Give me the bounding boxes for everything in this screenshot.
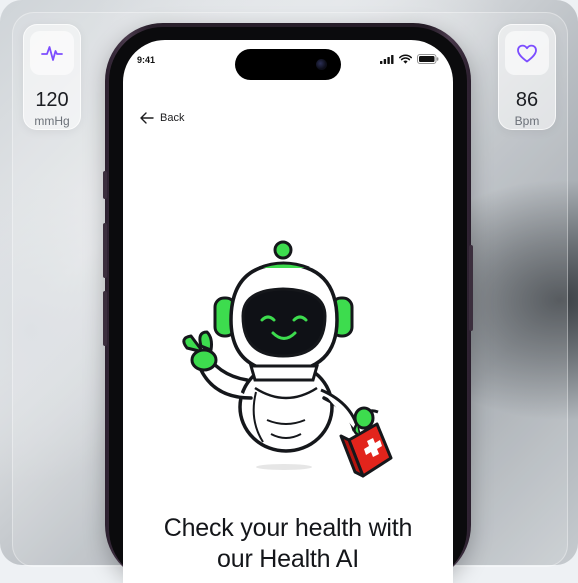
blood-pressure-unit: mmHg — [34, 114, 70, 128]
head-stripe — [258, 261, 310, 270]
battery-icon — [417, 54, 439, 64]
phone-volume-down-button — [103, 291, 107, 346]
phone-volume-up-button — [103, 223, 107, 278]
robot-mascot-illustration — [182, 240, 393, 478]
robot-neck — [249, 364, 319, 382]
dynamic-island — [235, 49, 341, 80]
blood-pressure-card: 120 mmHg — [23, 24, 81, 130]
heart-rate-card: 86 Bpm — [498, 24, 556, 130]
mascot-shadow — [256, 464, 312, 470]
back-label: Back — [160, 112, 185, 124]
antenna-ball — [273, 240, 293, 260]
robot-visor — [241, 287, 327, 358]
headline-line-2: our Health AI — [217, 545, 359, 573]
heartbeat-pulse-icon — [30, 31, 74, 75]
camera-icon — [316, 59, 327, 70]
blood-pressure-value: 120 — [35, 89, 69, 111]
robot-left-hand — [182, 330, 218, 372]
heart-rate-unit: Bpm — [514, 114, 540, 128]
wifi-icon — [399, 54, 412, 64]
back-button[interactable]: Back — [140, 112, 184, 124]
status-time: 9:41 — [137, 55, 156, 65]
phone-mute-button — [103, 171, 107, 199]
headline-line-1: Check your health with — [163, 514, 413, 542]
phone-power-button — [469, 245, 473, 331]
arrow-left-icon — [140, 112, 154, 124]
status-icons — [380, 54, 439, 64]
hero-headline: Check your health with our Health AI — [123, 513, 453, 575]
heart-rate-value: 86 — [515, 89, 539, 111]
phone-mockup: 9:41 Back Check your health with our Hea… — [103, 23, 473, 583]
phone-screen: 9:41 Back Check your health with our Hea… — [123, 40, 453, 583]
signal-icon — [380, 54, 394, 64]
heart-outline-icon — [505, 31, 549, 75]
